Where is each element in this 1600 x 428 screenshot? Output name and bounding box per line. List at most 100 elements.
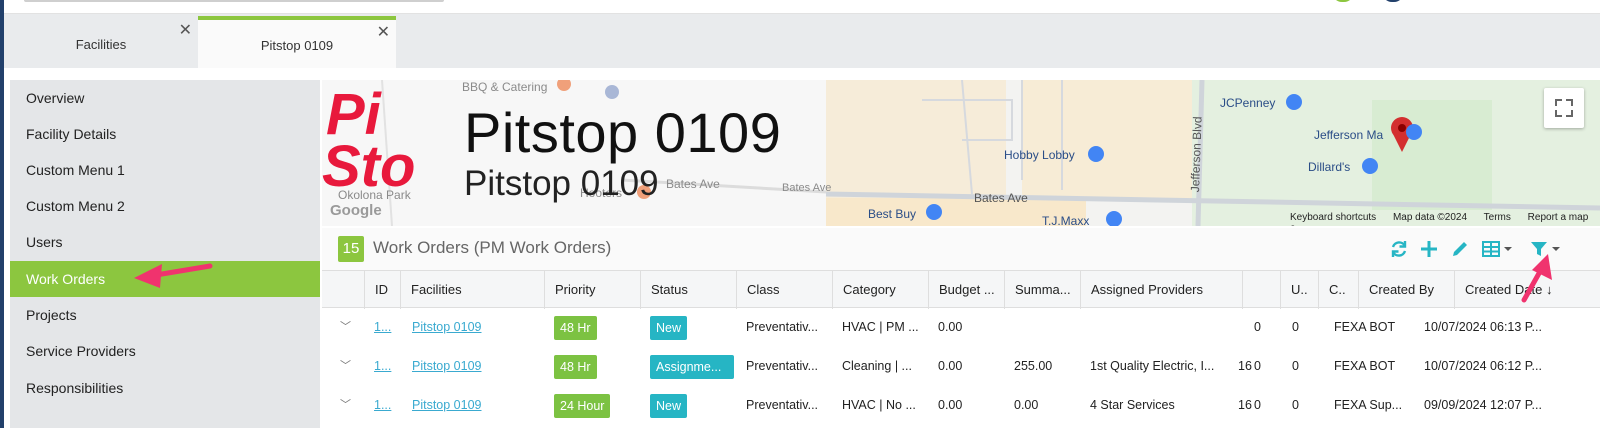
work-order-count-badge: 15 <box>338 236 364 262</box>
tab-bar: Facilities ✕ Pitstop 0109 ✕ <box>4 14 1600 68</box>
category-cell: HVAC | No ... <box>842 398 916 412</box>
providers-cell <box>1080 308 1242 347</box>
c-cell: 0 <box>1292 398 1299 412</box>
annotation-arrow-icon <box>1521 254 1552 303</box>
tab-facilities[interactable]: Facilities ✕ <box>4 18 198 68</box>
facility-link[interactable]: Pitstop 0109 <box>412 359 482 373</box>
map-footer: Keyboard shortcuts Map data ©2024 Terms … <box>1290 212 1600 226</box>
work-order-id-link[interactable]: 1... <box>374 359 391 373</box>
sidebar-item-overview[interactable]: Overview <box>10 80 320 116</box>
map-label-bates-ave: Bates Ave <box>782 182 832 194</box>
column-header-id[interactable]: ID <box>364 271 400 309</box>
budget-cell: 0.00 <box>938 320 963 334</box>
u-cell: 0 <box>1254 398 1261 412</box>
map-label-hobby-lobby: Hobby Lobby <box>1004 148 1075 162</box>
top-header-bar <box>4 0 1600 14</box>
sidebar-item-custom-menu-2[interactable]: Custom Menu 2 <box>10 188 320 224</box>
budget-cell: 0.00 <box>938 398 963 412</box>
facility-title: Pitstop 0109 <box>464 101 782 164</box>
facility-link[interactable]: Pitstop 0109 <box>412 320 482 334</box>
facility-hero: BBQ & Catering JCPenney Jefferson Ma Hob… <box>322 80 1600 226</box>
chevron-down-icon[interactable]: ﹀ <box>330 308 364 347</box>
created-by-cell: FEXA BOT <box>1334 320 1396 334</box>
table-row[interactable]: ﹀ 1... Pitstop 0109 48 Hr Assignme... Pr… <box>322 347 1600 386</box>
close-icon[interactable]: ✕ <box>377 25 390 41</box>
pitstop-logo: Pi Sto <box>322 82 415 192</box>
map-label-dillards: Dillard's <box>1308 160 1351 174</box>
column-header-priority[interactable]: Priority <box>544 271 640 309</box>
map-label-tjmaxx: T.J.Maxx <box>1042 214 1090 226</box>
tab-label: Pitstop 0109 <box>260 38 334 53</box>
edit-icon[interactable] <box>1449 238 1471 260</box>
c-cell: 0 <box>1292 320 1299 334</box>
sidebar-item-projects[interactable]: Projects <box>10 297 320 333</box>
table-row[interactable]: ﹀ 1... Pitstop 0109 24 Hour New Preventa… <box>322 386 1600 425</box>
map-label-jcpenney: JCPenney <box>1220 96 1276 110</box>
column-header-assigned-providers[interactable]: Assigned Providers <box>1080 271 1242 309</box>
column-header-category[interactable]: Category <box>832 271 928 309</box>
sidebar-item-responsibilities[interactable]: Responsibilities <box>10 370 320 406</box>
column-header-u[interactable]: U.. <box>1280 271 1318 309</box>
chevron-down-icon[interactable]: ﹀ <box>330 386 364 425</box>
google-logo: Google <box>330 202 382 219</box>
work-order-id-link[interactable]: 1... <box>374 320 391 334</box>
budget-cell: 0.00 <box>938 359 963 373</box>
sidebar-item-service-providers[interactable]: Service Providers <box>10 333 320 369</box>
priority-badge: 24 Hour <box>554 393 611 418</box>
column-header-facilities[interactable]: Facilities <box>400 271 544 309</box>
columns-layout-icon[interactable] <box>1480 238 1516 260</box>
priority-badge: 48 Hr <box>554 354 597 379</box>
tab-pitstop-0109[interactable]: Pitstop 0109 ✕ <box>198 16 396 68</box>
tab-label: Facilities <box>75 37 127 52</box>
column-header-extra[interactable] <box>1242 271 1280 309</box>
avatar[interactable] <box>1382 0 1404 2</box>
created-date-cell: 09/09/2024 12:07 P... <box>1424 398 1542 412</box>
sidebar-nav: Overview Facility Details Custom Menu 1 … <box>10 80 320 428</box>
column-header-budget[interactable]: Budget ... <box>928 271 1004 309</box>
add-icon[interactable] <box>1418 238 1440 260</box>
table-row[interactable]: ﹀ 1... Pitstop 0109 48 Hr New Preventati… <box>322 308 1600 347</box>
fullscreen-icon <box>1555 99 1573 117</box>
providers-cell: 1st Quality Electric, I... <box>1090 359 1215 373</box>
status-badge: New <box>650 315 688 340</box>
created-by-cell: FEXA BOT <box>1334 359 1396 373</box>
summary-cell: 0.00 <box>1014 398 1039 412</box>
facility-subtitle: Pitstop 0109 <box>464 164 659 203</box>
category-cell: Cleaning | ... <box>842 359 912 373</box>
map-label-bates-ave: Bates Ave <box>974 191 1028 205</box>
facility-link[interactable]: Pitstop 0109 <box>412 398 482 412</box>
table-header: ID Facilities Priority Status Class Cate… <box>322 270 1600 309</box>
main-content: BBQ & Catering JCPenney Jefferson Ma Hob… <box>322 80 1600 428</box>
column-header-summary[interactable]: Summa... <box>1004 271 1080 309</box>
map-label-jefferson-mall: Jefferson Ma <box>1314 128 1384 142</box>
status-badge: Assignme... <box>650 354 734 379</box>
refresh-icon[interactable] <box>1388 238 1410 260</box>
search-bar-edge[interactable] <box>24 0 444 2</box>
column-header-status[interactable]: Status <box>640 271 736 309</box>
priority-badge: 48 Hr <box>554 315 597 340</box>
column-header-c[interactable]: C.. <box>1318 271 1358 309</box>
work-orders-title: Work Orders (PM Work Orders) <box>373 238 612 257</box>
providers-cell: 4 Star Services <box>1090 398 1175 412</box>
annotation-arrow-icon <box>134 263 213 288</box>
map-label-bates-ave: Bates Ave <box>666 177 720 191</box>
map-footer-terms[interactable]: Terms <box>1484 212 1511 223</box>
sidebar-item-custom-menu-1[interactable]: Custom Menu 1 <box>10 152 320 188</box>
created-by-cell: FEXA Sup... <box>1334 398 1403 412</box>
summary-cell: 255.00 <box>1014 359 1053 373</box>
close-icon[interactable]: ✕ <box>179 23 192 39</box>
c-cell: 0 <box>1292 359 1299 373</box>
map-label-bbq: BBQ & Catering <box>462 80 548 94</box>
work-orders-table: ID Facilities Priority Status Class Cate… <box>322 270 1600 428</box>
chevron-down-icon[interactable]: ﹀ <box>330 347 364 386</box>
created-date-cell: 10/07/2024 06:12 P... <box>1424 359 1542 373</box>
column-header-created-by[interactable]: Created By <box>1358 271 1454 309</box>
sidebar-item-users[interactable]: Users <box>10 224 320 260</box>
sidebar-item-facility-details[interactable]: Facility Details <box>10 116 320 152</box>
column-header-class[interactable]: Class <box>736 271 832 309</box>
u-cell: 0 <box>1254 359 1261 373</box>
work-order-id-link[interactable]: 1... <box>374 398 391 412</box>
fullscreen-button[interactable] <box>1544 88 1584 128</box>
status-badge: New <box>650 393 688 418</box>
map-footer-shortcuts[interactable]: Keyboard shortcuts <box>1290 212 1376 223</box>
